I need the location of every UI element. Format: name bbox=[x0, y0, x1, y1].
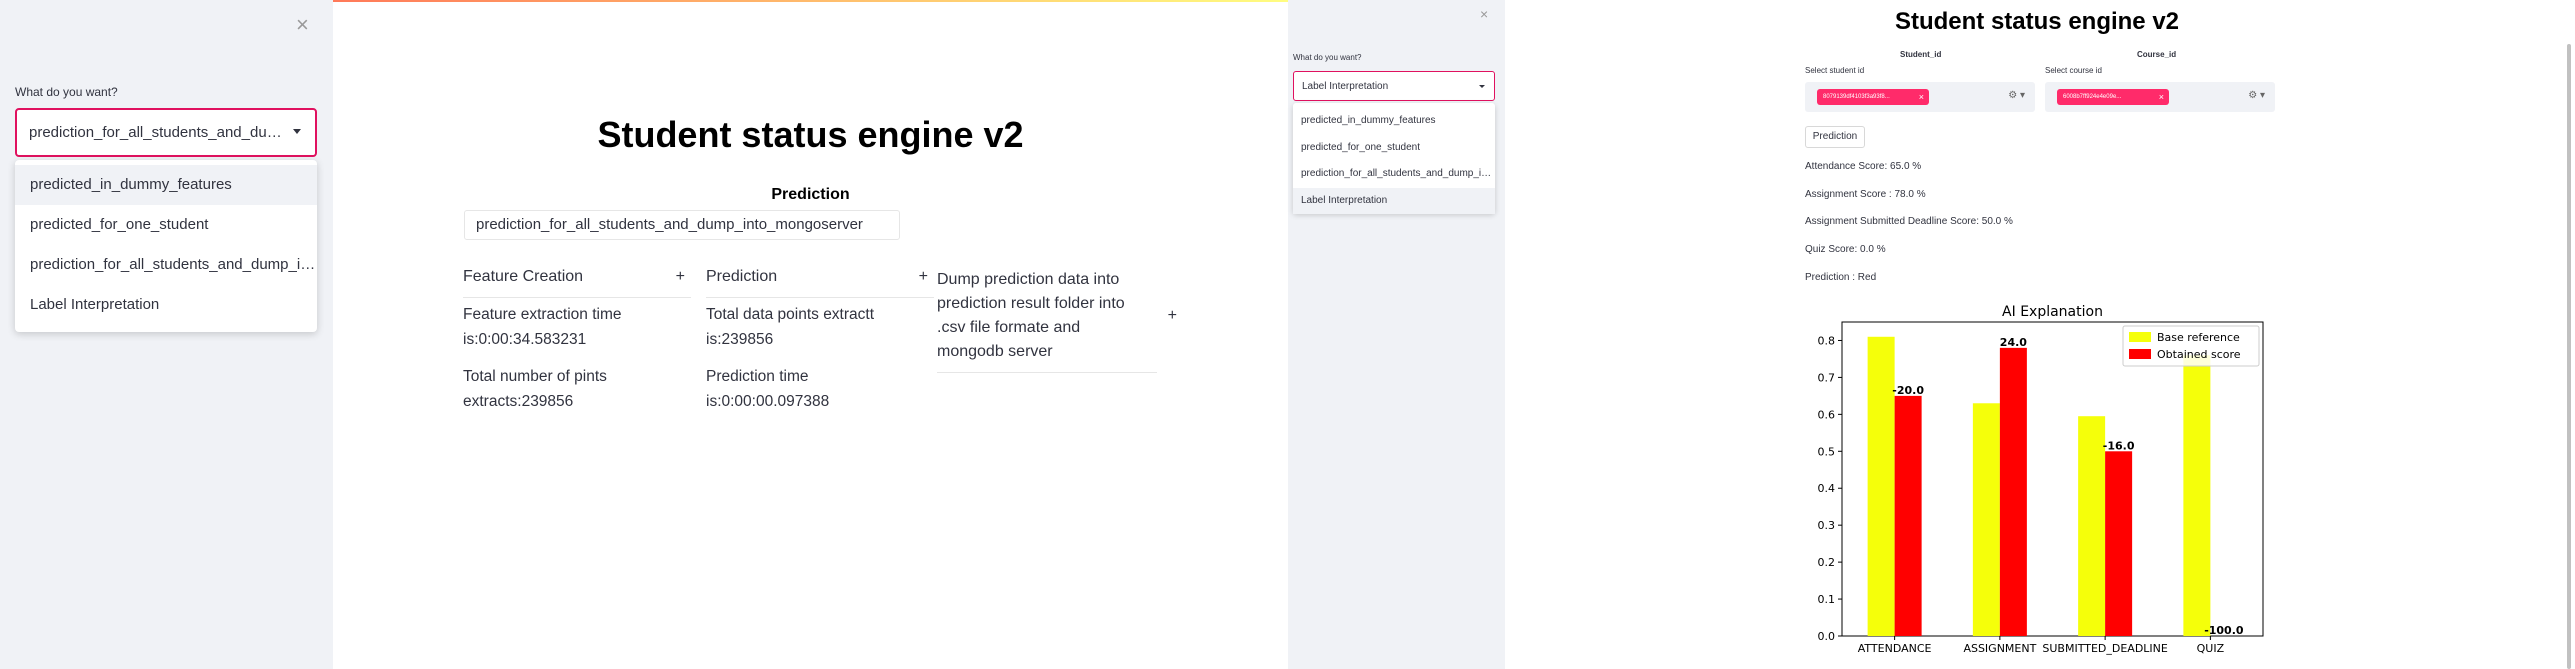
bar-base bbox=[2183, 355, 2211, 636]
mode-dropdown-menu: predicted_in_dummy_features predicted_fo… bbox=[15, 160, 317, 332]
page-title: Student status engine v2 bbox=[1894, 8, 2180, 35]
y-tick-label: 0.6 bbox=[1818, 408, 1836, 421]
y-tick-label: 0.1 bbox=[1818, 593, 1836, 606]
expander-feature-creation: Feature Creation + Feature extraction ti… bbox=[463, 268, 691, 426]
student-id-heading: Student_id bbox=[1900, 50, 1942, 59]
selected-tag: 6008b7ff924e4e09e... × bbox=[2057, 89, 2169, 105]
x-tick-label: QUIZ bbox=[2197, 642, 2225, 655]
close-icon[interactable]: × bbox=[296, 14, 309, 36]
dropdown-option[interactable]: prediction_for_all_students_and_dump_int… bbox=[1293, 161, 1495, 188]
y-tick-label: 0.4 bbox=[1818, 482, 1836, 495]
expander-title: Dump prediction data into prediction res… bbox=[937, 271, 1125, 360]
close-icon[interactable]: × bbox=[1480, 6, 1488, 22]
deadline-score: Assignment Submitted Deadline Score: 50.… bbox=[1805, 216, 2013, 227]
plus-icon[interactable]: + bbox=[1168, 304, 1177, 328]
expander-dump: Dump prediction data into prediction res… bbox=[937, 268, 1177, 373]
course-multiselect[interactable]: 6008b7ff924e4e09e... × ⚙ ▾ bbox=[2045, 82, 2275, 112]
prediction-heading: Prediction bbox=[771, 186, 850, 203]
total-points: Total number of pints extracts:239856 bbox=[463, 368, 607, 410]
bar-obtained bbox=[1894, 395, 1922, 636]
quiz-score: Quiz Score: 0.0 % bbox=[1805, 244, 1886, 255]
dropdown-option[interactable]: Label Interpretation bbox=[1293, 187, 1495, 214]
mode-select-value: prediction_for_all_students_and_dump_int… bbox=[29, 124, 284, 141]
prediction-button[interactable]: Prediction bbox=[1805, 126, 1865, 148]
data-label: -20.0 bbox=[1892, 384, 1924, 397]
y-tick-label: 0.7 bbox=[1818, 371, 1836, 384]
select-label: What do you want? bbox=[1293, 53, 1362, 62]
bar-base bbox=[1972, 403, 2000, 636]
feature-extraction-time: Feature extraction time is:0:00:34.58323… bbox=[463, 306, 622, 348]
tag-label: 8079139df4103f3a93f8... bbox=[1823, 94, 1890, 100]
expander-title: Feature Creation bbox=[463, 268, 584, 285]
dropdown-option[interactable]: Label Interpretation bbox=[15, 285, 317, 325]
student-multiselect[interactable]: 8079139df4103f3a93f8... × ⚙ ▾ bbox=[1805, 82, 2035, 112]
dropdown-option[interactable]: predicted_for_one_student bbox=[15, 205, 317, 245]
selected-tag: 8079139df4103f3a93f8... × bbox=[1817, 89, 1929, 105]
bar-base bbox=[1867, 336, 1895, 636]
mode-dropdown-menu: predicted_in_dummy_features predicted_fo… bbox=[1293, 103, 1495, 214]
prediction-value-box: prediction_for_all_students_and_dump_int… bbox=[464, 210, 900, 240]
data-label: -100.0 bbox=[2204, 624, 2244, 637]
gear-icon[interactable]: ⚙ ▾ bbox=[2248, 90, 2265, 101]
expander-title: Prediction bbox=[706, 268, 778, 285]
y-tick-label: 0.2 bbox=[1818, 556, 1836, 569]
expander-header[interactable]: Prediction + bbox=[706, 268, 934, 298]
x-tick-label: ATTENDANCE bbox=[1858, 642, 1932, 655]
bar-obtained bbox=[2105, 451, 2133, 636]
prediction-time: Prediction time is:0:00:00.097388 bbox=[706, 368, 830, 410]
x-tick-label: ASSIGNMENT bbox=[1963, 642, 2036, 655]
mode-select[interactable]: Label Interpretation bbox=[1293, 71, 1495, 101]
legend-swatch bbox=[2129, 349, 2151, 359]
legend-label: Obtained score bbox=[2157, 348, 2241, 361]
tag-label: 6008b7ff924e4e09e... bbox=[2063, 94, 2122, 100]
dropdown-option[interactable]: predicted_in_dummy_features bbox=[1293, 108, 1495, 135]
sidebar: × What do you want? Label Interpretation… bbox=[1288, 0, 1505, 669]
expander-prediction: Prediction + Total data points extractt … bbox=[706, 268, 934, 426]
scrollbar[interactable] bbox=[2567, 44, 2571, 669]
gear-icon[interactable]: ⚙ ▾ bbox=[2008, 90, 2025, 101]
plus-icon[interactable]: + bbox=[919, 268, 928, 286]
prediction-result: Prediction : Red bbox=[1805, 272, 1877, 283]
select-label: What do you want? bbox=[15, 85, 118, 99]
remove-tag-icon[interactable]: × bbox=[2159, 89, 2164, 105]
total-data-points: Total data points extractt is:239856 bbox=[706, 306, 875, 348]
course-id-heading: Course_id bbox=[2137, 50, 2177, 59]
attendance-score: Attendance Score: 65.0 % bbox=[1805, 161, 1922, 172]
remove-tag-icon[interactable]: × bbox=[1919, 89, 1924, 105]
course-select-label: Select course id bbox=[2045, 66, 2102, 75]
legend-swatch bbox=[2129, 332, 2151, 342]
dropdown-option[interactable]: prediction_for_all_students_and_dump_int… bbox=[15, 245, 317, 285]
page-title: Student status engine v2 bbox=[597, 114, 1024, 155]
dropdown-option[interactable]: predicted_in_dummy_features bbox=[15, 165, 317, 205]
data-label: -16.0 bbox=[2103, 439, 2135, 452]
legend-label: Base reference bbox=[2157, 331, 2240, 344]
dropdown-option[interactable]: predicted_for_one_student bbox=[1293, 135, 1495, 162]
expander-header[interactable]: Feature Creation + bbox=[463, 268, 691, 298]
mode-select[interactable]: prediction_for_all_students_and_dump_int… bbox=[15, 108, 317, 157]
data-label: 24.0 bbox=[2000, 336, 2027, 349]
mode-select-value: Label Interpretation bbox=[1302, 81, 1389, 92]
assignment-score: Assignment Score : 78.0 % bbox=[1805, 189, 1926, 200]
x-tick-label: SUBMITTED_DEADLINE bbox=[2042, 642, 2167, 655]
chevron-down-icon[interactable] bbox=[293, 129, 301, 134]
y-tick-label: 0.3 bbox=[1818, 519, 1836, 532]
plus-icon[interactable]: + bbox=[676, 268, 685, 286]
ai-explanation-chart: AI Explanation 0.0 0.1 0.2 0.3 0.4 0.5 0.6 0.7 0.… bbox=[1818, 304, 2264, 655]
bar-base bbox=[2078, 416, 2106, 636]
bar-obtained bbox=[1999, 347, 2027, 636]
y-tick-label: 0.0 bbox=[1818, 630, 1836, 643]
chart-title: AI Explanation bbox=[2002, 304, 2103, 320]
chevron-down-icon[interactable] bbox=[1479, 85, 1485, 88]
expander-header[interactable]: Dump prediction data into prediction res… bbox=[937, 268, 1177, 373]
student-select-label: Select student id bbox=[1805, 66, 1865, 75]
y-tick-label: 0.5 bbox=[1818, 445, 1836, 458]
y-tick-label: 0.8 bbox=[1818, 334, 1836, 347]
sidebar: × What do you want? prediction_for_all_s… bbox=[0, 0, 333, 669]
